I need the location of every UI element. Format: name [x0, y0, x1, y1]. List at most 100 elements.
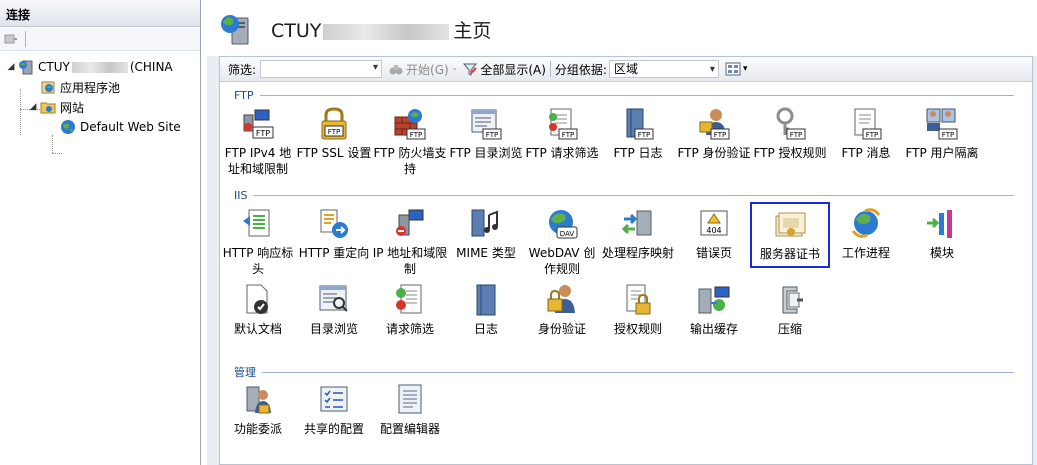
- ftp-request-filtering-icon: FTP: [549, 108, 578, 140]
- feature-http-response-headers[interactable]: HTTP 响应标头: [220, 203, 296, 277]
- tree-item-sites[interactable]: ◢ 网站: [28, 97, 84, 117]
- svg-text:FTP: FTP: [638, 131, 650, 139]
- feature-label: 压缩: [777, 322, 802, 336]
- ftp-ipv4-restrictions-icon: FTP: [243, 109, 274, 139]
- ftp-user-isolation-icon: FTP: [926, 108, 958, 140]
- feature-server-certificates[interactable]: 服务器证书: [750, 202, 830, 268]
- ftp-ssl-settings-icon: FTP: [321, 107, 347, 140]
- main-pane: CTUY 主页 筛选: 开始(G) - 全部显示(A) 分组依据: 区域 ▾: [207, 0, 1037, 465]
- go-label: 开始(G): [406, 62, 449, 77]
- error-code-badge: 404: [706, 226, 721, 235]
- ftp-authorization-icon: FTP: [776, 107, 806, 140]
- ftp-messages-icon: FTP: [854, 108, 882, 140]
- ftp-authentication-icon: FTP: [699, 109, 730, 140]
- worker-processes-icon: [851, 208, 881, 238]
- server-name-prefix: CTUY: [38, 60, 70, 74]
- group-label-management: 管理: [234, 366, 256, 379]
- tree-item-app-pools[interactable]: 应用程序池: [40, 77, 120, 97]
- feature-webdav[interactable]: DAV WebDAV 创作规则: [524, 203, 600, 277]
- connections-pane: 连接 ◢ CTUY (CHINA 应用程序池 ◢ 网站 Default Web …: [0, 0, 201, 465]
- divider: [262, 371, 1014, 373]
- view-mode-button[interactable]: ▾: [725, 61, 747, 77]
- feature-label: FTP 用户隔离: [905, 146, 979, 160]
- tree-item-default-site[interactable]: Default Web Site: [60, 117, 181, 137]
- feature-default-document[interactable]: 默认文档: [220, 279, 296, 337]
- feature-ftp-request-filtering[interactable]: FTP FTP 请求筛选: [524, 103, 600, 161]
- group-header-management: 管理: [234, 364, 1014, 380]
- svg-text:FTP: FTP: [714, 131, 726, 139]
- server-icon: [19, 60, 33, 75]
- feature-ftp-ssl-settings[interactable]: FTP FTP SSL 设置: [296, 103, 372, 161]
- feature-modules[interactable]: 模块: [904, 203, 980, 261]
- feature-label: 输出缓存: [689, 322, 738, 336]
- group-by-label: 分组依据:: [554, 62, 607, 77]
- feature-http-redirect[interactable]: HTTP 重定向: [296, 203, 372, 261]
- show-all-button[interactable]: 全部显示(A): [462, 61, 546, 78]
- feature-label: 授权规则: [613, 322, 662, 336]
- feature-label: 默认文档: [233, 322, 282, 336]
- feature-shared-configuration[interactable]: 共享的配置: [296, 379, 372, 437]
- server-name-suffix: (CHINA: [129, 60, 173, 74]
- feature-label: HTTP 响应标头: [222, 246, 294, 276]
- page-title-suffix: 主页: [453, 20, 492, 42]
- feature-output-caching[interactable]: 输出缓存: [676, 279, 752, 337]
- feature-label: 模块: [929, 246, 954, 260]
- server-icon: [221, 15, 249, 45]
- feature-label: 处理程序映射: [601, 246, 674, 260]
- ip-restrictions-icon: [396, 209, 424, 236]
- feature-ip-restrictions[interactable]: IP 地址和域限制: [372, 203, 448, 277]
- feature-request-filtering[interactable]: 请求筛选: [372, 279, 448, 337]
- feature-compression[interactable]: 压缩: [752, 279, 828, 337]
- collapse-icon[interactable]: ◢: [6, 62, 16, 72]
- feature-authorization-rules[interactable]: 授权规则: [600, 279, 676, 337]
- feature-directory-browsing[interactable]: 目录浏览: [296, 279, 372, 337]
- feature-label: FTP SSL 设置: [296, 146, 372, 160]
- feature-ftp-ipv4-restrictions[interactable]: FTP FTP IPv4 地址和域限制: [220, 103, 296, 177]
- feature-mime-types[interactable]: MIME 类型: [448, 203, 524, 261]
- feature-label: FTP 防火墙支持: [373, 146, 447, 176]
- feature-ftp-messages[interactable]: FTP FTP 消息: [828, 103, 904, 161]
- handler-mappings-icon: [621, 210, 652, 236]
- configuration-editor-icon: [398, 384, 422, 414]
- feature-authentication[interactable]: 身份验证: [524, 279, 600, 337]
- request-filtering-icon: [396, 284, 422, 314]
- connections-tree: ◢ CTUY (CHINA 应用程序池 ◢ 网站 Default Web Sit…: [0, 51, 200, 154]
- show-all-label: 全部显示(A): [480, 62, 546, 77]
- feature-handler-mappings[interactable]: 处理程序映射: [600, 203, 676, 261]
- group-header-iis: IIS: [234, 189, 1014, 202]
- filter-input[interactable]: [260, 60, 383, 78]
- redacted-text: [71, 61, 128, 73]
- redacted-text: [323, 23, 450, 40]
- authorization-rules-icon: [626, 284, 651, 315]
- feature-error-pages[interactable]: 404 错误页: [676, 203, 752, 261]
- feature-ftp-user-isolation[interactable]: FTP FTP 用户隔离: [904, 103, 980, 161]
- feature-feature-delegation[interactable]: 功能委派: [220, 379, 296, 437]
- tree-connector: [20, 89, 21, 135]
- go-dropdown-icon[interactable]: -: [453, 64, 457, 75]
- tree-item-server[interactable]: ◢ CTUY (CHINA: [6, 57, 173, 77]
- show-all-icon: [463, 63, 478, 76]
- filter-label: 筛选:: [228, 62, 257, 77]
- feature-ftp-directory-browsing[interactable]: FTP FTP 目录浏览: [448, 103, 524, 161]
- feature-label: FTP 授权规则: [753, 146, 827, 160]
- go-button[interactable]: 开始(G): [388, 61, 449, 78]
- connect-icon[interactable]: [4, 32, 18, 46]
- output-caching-icon: [698, 286, 730, 314]
- group-by-select[interactable]: 区域: [608, 60, 719, 78]
- tree-connector: [52, 153, 62, 154]
- feature-worker-processes[interactable]: 工作进程: [828, 203, 904, 261]
- feature-logging[interactable]: 日志: [448, 279, 524, 337]
- toolbar-separator: [549, 61, 551, 77]
- feature-ftp-firewall[interactable]: FTP FTP 防火墙支持: [372, 103, 448, 177]
- feature-label: IP 地址和域限制: [372, 246, 448, 276]
- collapse-icon[interactable]: ◢: [28, 102, 38, 112]
- feature-configuration-editor[interactable]: 配置编辑器: [372, 379, 448, 437]
- directory-browsing-icon: [319, 285, 348, 312]
- compression-icon: [782, 286, 803, 314]
- feature-ftp-authorization[interactable]: FTP FTP 授权规则: [752, 103, 828, 161]
- svg-text:FTP: FTP: [866, 131, 878, 139]
- feature-ftp-authentication[interactable]: FTP FTP 身份验证: [676, 103, 752, 161]
- app-pools-label: 应用程序池: [60, 80, 121, 95]
- feature-label: WebDAV 创作规则: [528, 246, 596, 276]
- feature-ftp-logging[interactable]: FTP FTP 日志: [600, 103, 676, 161]
